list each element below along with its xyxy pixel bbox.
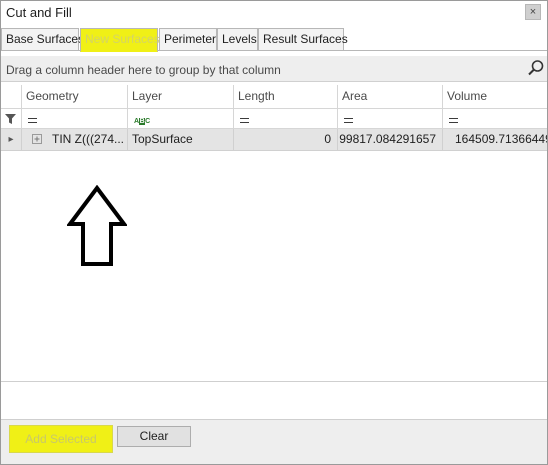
column-header-volume[interactable]: Volume xyxy=(442,85,547,108)
column-header-length[interactable]: Length xyxy=(233,85,337,108)
equals-operator-icon xyxy=(344,118,353,123)
table-row[interactable]: ▸ TIN Z(((274... TopSurface 0 99817.0842… xyxy=(1,129,547,151)
tab-perimeter[interactable]: Perimeter xyxy=(159,28,217,51)
add-selected-button[interactable]: Add Selected xyxy=(9,425,113,453)
tab-strip: Base Surfaces New Surfaces Perimeter Lev… xyxy=(1,28,547,52)
filter-geometry[interactable] xyxy=(21,109,127,128)
search-icon[interactable] xyxy=(527,59,545,77)
grid-column-headers: Geometry Layer Length Area Volume xyxy=(1,85,547,109)
grid-empty-area xyxy=(1,151,547,381)
grid-footer xyxy=(1,381,547,419)
tab-levels[interactable]: Levels xyxy=(217,28,258,51)
equals-operator-icon xyxy=(240,118,249,123)
column-header-area[interactable]: Area xyxy=(337,85,442,108)
title-bar: Cut and Fill × xyxy=(1,1,547,25)
up-arrow-annotation xyxy=(67,185,127,266)
filter-area[interactable] xyxy=(337,109,442,128)
filter-layer[interactable]: ABC xyxy=(127,109,233,128)
clear-button[interactable]: Clear xyxy=(117,426,191,447)
tab-new-surfaces[interactable]: New Surfaces xyxy=(80,28,160,52)
button-bar: Add Selected Clear xyxy=(1,419,547,464)
equals-operator-icon xyxy=(449,118,458,123)
filter-row: ABC xyxy=(1,109,547,129)
expand-plus-icon[interactable] xyxy=(32,134,42,144)
filter-volume[interactable] xyxy=(442,109,547,128)
filter-row-indicator xyxy=(1,109,21,128)
group-by-panel[interactable]: Drag a column header here to group by th… xyxy=(1,56,547,82)
volume-cell[interactable]: 164509.713664492 xyxy=(442,129,547,150)
tab-base-surfaces[interactable]: Base Surfaces xyxy=(1,28,84,51)
close-button[interactable]: × xyxy=(525,4,541,20)
filter-icon xyxy=(5,114,16,124)
tab-result-surfaces[interactable]: Result Surfaces xyxy=(258,28,348,51)
cut-and-fill-window: Cut and Fill × Base Surfaces New Surface… xyxy=(0,0,548,465)
group-by-hint: Drag a column header here to group by th… xyxy=(6,63,281,77)
row-expand-icon[interactable]: ▸ xyxy=(1,129,21,150)
filter-length[interactable] xyxy=(233,109,337,128)
geometry-value: TIN Z(((274... xyxy=(52,132,125,146)
equals-operator-icon xyxy=(28,118,37,123)
row-indicator-header xyxy=(1,85,21,108)
length-cell[interactable]: 0 xyxy=(233,129,337,150)
column-header-layer[interactable]: Layer xyxy=(127,85,233,108)
text-filter-icon: ABC xyxy=(134,118,150,125)
column-header-geometry[interactable]: Geometry xyxy=(21,85,127,108)
geometry-cell[interactable]: TIN Z(((274... xyxy=(21,129,127,150)
layer-cell[interactable]: TopSurface xyxy=(127,129,233,150)
window-title: Cut and Fill xyxy=(6,5,72,20)
area-cell[interactable]: 99817.084291657 xyxy=(337,129,442,150)
